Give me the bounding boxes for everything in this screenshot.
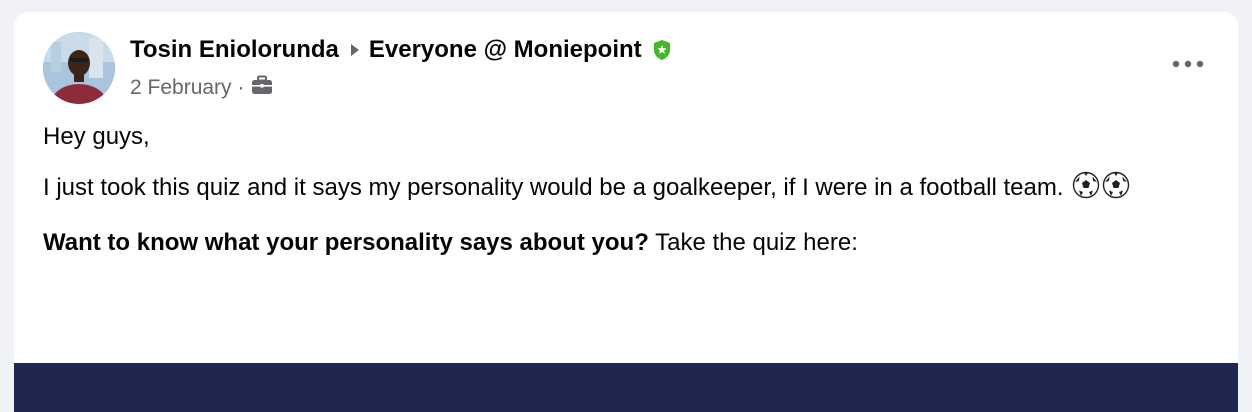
shield-star-icon: [652, 39, 672, 61]
post-header: Tosin Eniolorunda Everyone @ Moniepoint: [130, 36, 672, 64]
soccer-ball-icon: [1072, 171, 1100, 208]
post-body-line: I just took this quiz and it says my per…: [43, 174, 1064, 201]
post-greeting: Hey guys,: [43, 123, 150, 150]
soccer-ball-icon: [1102, 171, 1130, 208]
author-avatar[interactable]: [43, 32, 115, 104]
author-name[interactable]: Tosin Eniolorunda: [130, 36, 339, 64]
post-cta: Want to know what your personality says …: [43, 226, 1183, 259]
more-options-button[interactable]: [1168, 52, 1208, 76]
cta-bold-text: Want to know what your personality says …: [43, 229, 649, 256]
post-meta: 2 February ·: [130, 75, 273, 101]
post-paragraph: I just took this quiz and it says my per…: [43, 171, 1183, 208]
meta-separator: ·: [237, 76, 245, 99]
more-horizontal-icon: [1172, 55, 1204, 73]
audience-group-link[interactable]: Everyone @ Moniepoint: [369, 36, 642, 64]
post-card: Tosin Eniolorunda Everyone @ Moniepoint …: [14, 12, 1238, 412]
text-fade-overlay: [14, 294, 1238, 364]
briefcase-icon[interactable]: [251, 75, 273, 101]
caret-right-icon: [349, 42, 361, 58]
post-text: Hey guys, I just took this quiz and it s…: [43, 120, 1183, 277]
post-date[interactable]: 2 February: [130, 76, 232, 100]
link-preview-banner[interactable]: [14, 363, 1238, 412]
cta-text: Take the quiz here:: [648, 229, 858, 256]
